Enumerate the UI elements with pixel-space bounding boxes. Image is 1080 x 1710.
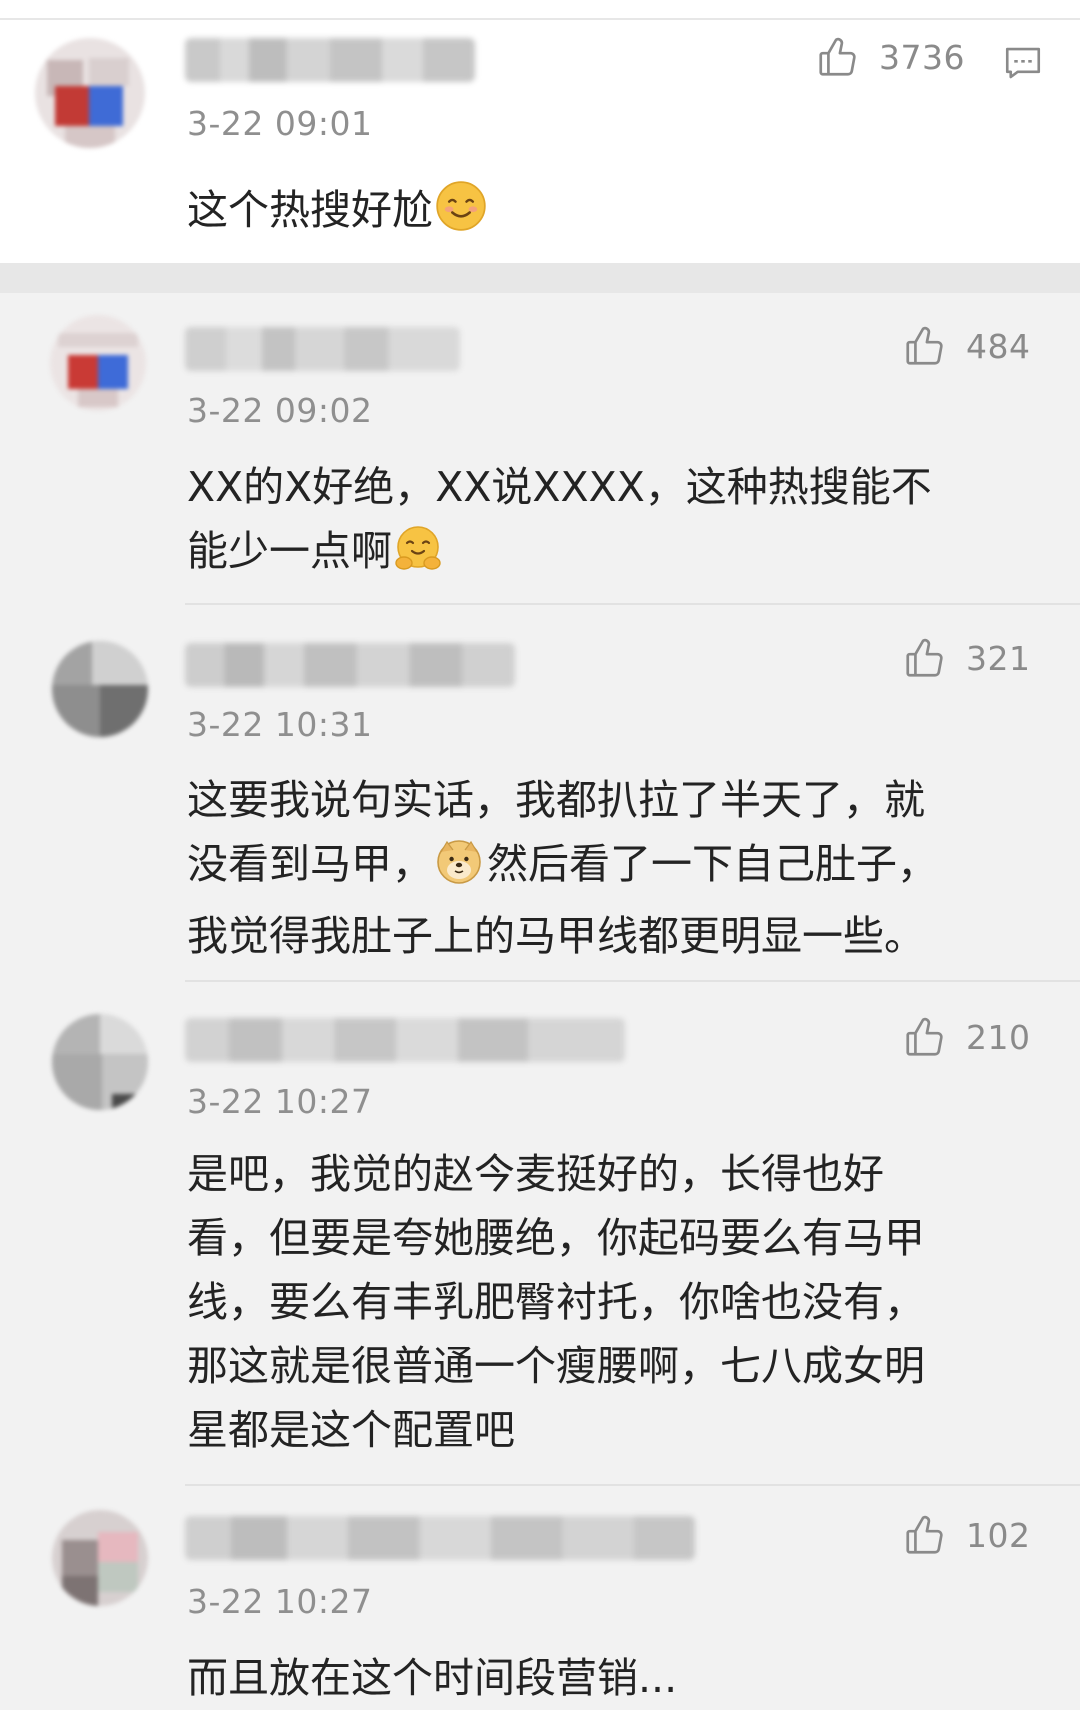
username[interactable] [185, 1516, 695, 1560]
text-line: 而且放在这个时间段营销... [187, 1654, 678, 1702]
avatar[interactable] [52, 1510, 148, 1606]
text-line: XX的X好绝，XX说XXXX，这种热搜能不 [187, 463, 932, 511]
thumbs-up-icon [819, 37, 856, 76]
like-count: 3736 [879, 37, 965, 77]
text-line-wrap: 没看到马甲， 然后看了一下自己肚子， [187, 832, 1007, 904]
smile-emoji [435, 180, 487, 250]
comment-time: 3-22 09:02 [187, 391, 373, 430]
like-button[interactable]: 321 [902, 635, 1031, 681]
main-comment: 3-22 09:01 3736 这个热搜好尬 [0, 20, 1080, 263]
thumbs-up-icon [906, 1515, 943, 1554]
like-count: 102 [966, 1515, 1031, 1555]
comment-text: XX的X好绝，XX说XXXX，这种热搜能不 能少一点啊 [187, 455, 1007, 591]
comment-time: 3-22 10:27 [187, 1082, 373, 1121]
text-line-wrap: 能少一点啊 [187, 519, 1007, 591]
text-line: 是吧，我觉的赵今麦挺好的，长得也好 [187, 1150, 884, 1198]
comment-time: 3-22 09:01 [187, 104, 373, 143]
reply-item: 3-22 10:31 321 这要我说句实话，我都扒拉了半天了，就 没看到马甲，… [0, 605, 1080, 982]
text-line: 这要我说句实话，我都扒拉了半天了，就 [187, 776, 925, 824]
top-divider [0, 0, 1080, 20]
thumbs-up-icon [906, 638, 943, 677]
username[interactable] [185, 327, 460, 371]
section-separator [0, 263, 1080, 293]
comment-time: 3-22 10:31 [187, 705, 373, 744]
username[interactable] [185, 38, 475, 82]
reply-item: 3-22 10:27 210 是吧，我觉的赵今麦挺好的，长得也好 看，但要是夸她… [0, 982, 1080, 1486]
doge-emoji [435, 838, 483, 904]
like-button[interactable]: 484 [902, 323, 1031, 369]
text-line: 那这就是很普通一个瘦腰啊，七八成女明 [187, 1342, 925, 1390]
reply-item: 3-22 10:27 102 而且放在这个时间段营销... [0, 1486, 1080, 1702]
hug-emoji [394, 525, 442, 591]
text-line: 线，要么有丰乳肥臀衬托，你啥也没有， [187, 1278, 925, 1326]
comment-text: 是吧，我觉的赵今麦挺好的，长得也好 看，但要是夸她腰绝，你起码要么有马甲 线，要… [187, 1142, 1007, 1462]
username[interactable] [185, 643, 515, 687]
comment-text-body: 这个热搜好尬 [187, 186, 433, 234]
text-line: 能少一点啊 [187, 527, 392, 575]
like-count: 484 [966, 326, 1031, 366]
like-button[interactable]: 210 [902, 1014, 1031, 1060]
reply-item: 3-22 09:02 484 XX的X好绝，XX说XXXX，这种热搜能不 能少一… [0, 293, 1080, 605]
text-line: 看，但要是夸她腰绝，你起码要么有马甲 [187, 1214, 925, 1262]
like-count: 321 [966, 638, 1031, 678]
comment-text: 而且放在这个时间段营销... [187, 1646, 1007, 1710]
text-line: 然后看了一下自己肚子， [487, 840, 938, 888]
thumbs-up-icon [906, 326, 943, 365]
text-line: 没看到马甲， [187, 840, 433, 888]
comment-text: 这个热搜好尬 [187, 178, 1007, 250]
comment-text: 这要我说句实话，我都扒拉了半天了，就 没看到马甲， 然后看了一下自己肚子， 我觉… [187, 768, 1007, 968]
comment-icon[interactable] [1002, 42, 1044, 84]
thumbs-up-icon [906, 1017, 943, 1056]
comment-time: 3-22 10:27 [187, 1582, 373, 1621]
avatar[interactable] [35, 38, 145, 148]
text-line: 星都是这个配置吧 [187, 1406, 515, 1454]
like-button[interactable]: 3736 [815, 34, 965, 80]
like-button[interactable]: 102 [902, 1512, 1031, 1558]
username[interactable] [185, 1018, 625, 1062]
avatar[interactable] [52, 1014, 148, 1110]
avatar[interactable] [52, 641, 148, 737]
like-count: 210 [966, 1017, 1031, 1057]
avatar[interactable] [50, 315, 146, 411]
text-line: 我觉得我肚子上的马甲线都更明显一些。 [187, 912, 925, 960]
